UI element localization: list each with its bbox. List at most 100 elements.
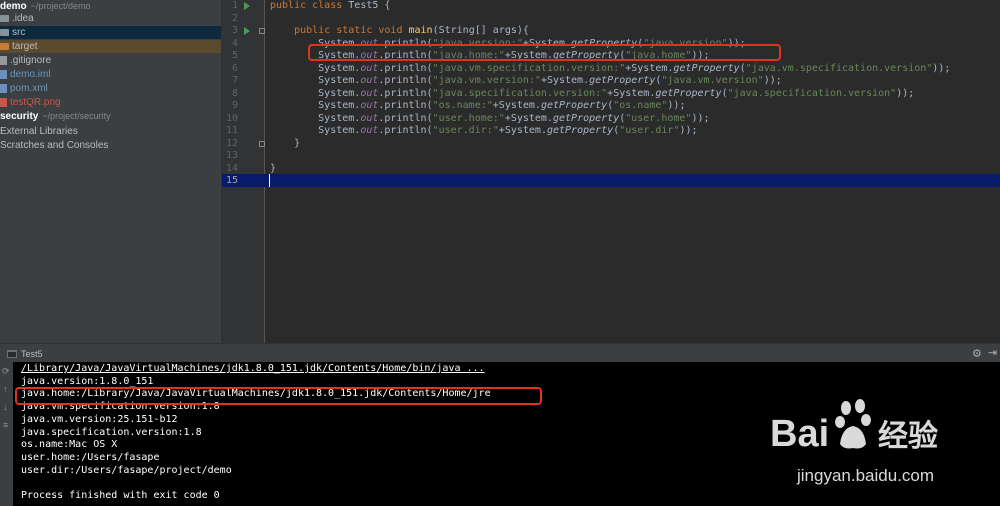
code-token: "user.dir:" (432, 125, 499, 136)
code-line[interactable]: System.out.println("os.name:"+System.get… (270, 100, 685, 112)
code-token: .println( (378, 75, 433, 86)
code-line[interactable]: public class Test5 { (270, 0, 390, 12)
file-icon (0, 69, 7, 79)
hide-panel-icon[interactable]: ⇥ (988, 346, 997, 359)
current-line-highlight (222, 174, 1000, 187)
console-output-line: user.dir:/Users/fasape/project/demo (21, 465, 232, 476)
code-token: )); (667, 100, 686, 111)
tree-item[interactable]: testQR.png (0, 96, 221, 109)
code-line[interactable]: System.out.println("java.vm.specificatio… (270, 63, 950, 75)
code-token: Test5 { (348, 0, 391, 11)
tree-item[interactable]: .gitignore (0, 54, 221, 67)
code-token: out (360, 75, 379, 86)
tree-item-label: External Libraries (0, 126, 78, 137)
code-token: out (360, 125, 379, 136)
code-token: +System. (492, 100, 541, 111)
code-token: )); (679, 125, 698, 136)
code-token: (String[] args){ (432, 25, 529, 36)
code-token: } (270, 138, 301, 149)
line-number: 1 (231, 0, 238, 11)
tree-item[interactable]: demo.iml (0, 68, 221, 81)
tree-item[interactable]: security ~/project/security (0, 110, 221, 123)
tree-item[interactable]: External Libraries (0, 125, 221, 138)
line-number: 12 (225, 138, 238, 149)
code-token: "user.home" (625, 113, 692, 124)
console-output-line: Process finished with exit code 0 (21, 490, 220, 501)
code-line[interactable]: System.out.println("user.home:"+System.g… (270, 113, 709, 125)
code-line[interactable]: System.out.println("java.specification.v… (270, 88, 914, 100)
code-token: .println( (378, 88, 433, 99)
watermark-brand-cn: 经验 (878, 419, 938, 454)
line-number: 11 (225, 125, 238, 136)
tree-item-label: .idea (12, 13, 34, 24)
highlight-box-java-home-code (308, 44, 781, 61)
watermark-brand: Bai (770, 413, 829, 455)
line-number: 9 (231, 100, 238, 111)
code-token: .println( (378, 125, 433, 136)
watermark-url: jingyan.baidu.com (797, 466, 935, 485)
tree-item-label: .gitignore (10, 55, 52, 66)
code-line[interactable]: public static void main(String[] args){ (270, 25, 529, 37)
rerun-icon[interactable]: ⟳ (2, 366, 10, 377)
code-token: .println( (378, 100, 433, 111)
code-token: getProperty (655, 88, 722, 99)
fold-icon[interactable] (259, 28, 265, 34)
code-token: System. (270, 63, 361, 74)
tree-item-label: Scratches and Consoles (0, 140, 109, 151)
code-token: getProperty (589, 75, 656, 86)
run-toolbar: ⟳ ↑ ↓ ≡ (0, 362, 13, 506)
tree-item[interactable]: target (0, 40, 221, 53)
code-token: out (360, 63, 379, 74)
down-arrow-icon[interactable]: ↓ (3, 402, 8, 412)
code-token: )); (932, 63, 951, 74)
folder-icon (0, 14, 9, 22)
tree-item[interactable]: Scratches and Consoles (0, 139, 221, 152)
code-token: System. (270, 125, 361, 136)
code-token: } (270, 163, 277, 174)
settings-gear-icon[interactable]: ⚙ (972, 347, 982, 360)
code-token: "os.name:" (432, 100, 493, 111)
line-number: 5 (231, 50, 238, 61)
console-output-line: java.vm.version:25.151-b12 (21, 414, 178, 425)
code-token: +System. (540, 75, 590, 86)
code-token: .println( (378, 113, 433, 124)
tree-item-label: testQR.png (10, 97, 61, 108)
baidu-logo: Bai 经验 (770, 399, 938, 455)
tree-item-path: ~/project/security (42, 111, 111, 121)
code-line[interactable]: } (270, 163, 276, 175)
code-token: "java.vm.version" (661, 75, 764, 86)
code-token: getProperty (552, 113, 620, 124)
tree-item-label: demo.iml (10, 69, 51, 80)
tree-item-label: security (0, 111, 39, 122)
folder-icon (0, 28, 9, 36)
tree-item[interactable]: src (0, 26, 221, 39)
tree-item[interactable]: pom.xml (0, 82, 221, 95)
code-token: System. (270, 113, 361, 124)
code-token: System. (270, 100, 361, 111)
soft-wrap-icon[interactable]: ≡ (3, 420, 8, 430)
code-token: System. (270, 75, 361, 86)
run-gutter-icon[interactable] (244, 27, 250, 35)
code-line[interactable]: } (270, 138, 300, 150)
code-token: +System. (625, 63, 674, 74)
code-token: +System. (607, 88, 656, 99)
code-token: public static void (294, 25, 409, 36)
code-line[interactable]: System.out.println("user.dir:"+System.ge… (270, 125, 698, 137)
file-icon (0, 83, 7, 93)
tree-item-label: pom.xml (10, 83, 48, 94)
tree-item[interactable]: .idea (0, 12, 221, 25)
tree-item-label: target (12, 41, 38, 52)
console-output-line[interactable]: /Library/Java/JavaVirtualMachines/jdk1.8… (21, 363, 485, 375)
code-token: "java.specification.version:" (432, 88, 608, 99)
code-line[interactable]: System.out.println("java.vm.version:"+Sy… (270, 75, 782, 87)
code-token: +System. (504, 113, 553, 124)
fold-icon[interactable] (259, 141, 265, 147)
code-token: System. (270, 88, 361, 99)
code-token: out (360, 113, 379, 124)
code-token: "java.vm.version:" (432, 75, 541, 86)
folder-icon (0, 42, 9, 50)
run-tab-label[interactable]: Test5 (21, 349, 43, 359)
up-arrow-icon[interactable]: ↑ (3, 384, 8, 394)
run-gutter-icon[interactable] (244, 2, 250, 10)
